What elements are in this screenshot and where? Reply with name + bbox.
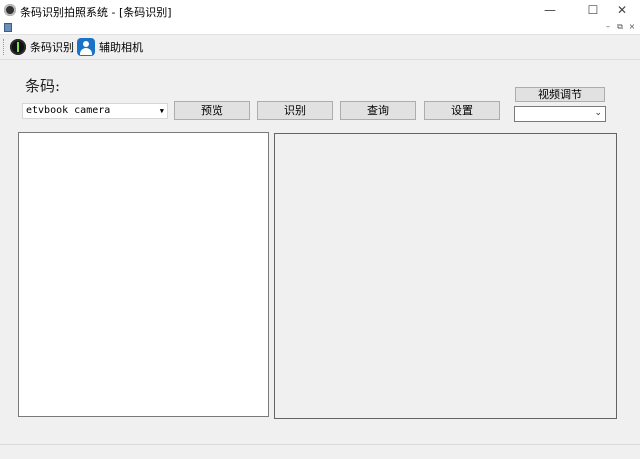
toolbar-aux-camera-button[interactable]: 辅助相机 (77, 37, 143, 57)
mdi-document-icon[interactable] (4, 23, 12, 32)
window-title-bar[interactable]: 条码识别拍照系统 - [条码识别] — ☐ ✕ (0, 0, 640, 22)
preview-button[interactable]: 预览 (174, 101, 250, 120)
chevron-down-icon[interactable]: ⌄ (594, 108, 602, 118)
app-icon (4, 4, 16, 16)
close-button[interactable]: ✕ (604, 0, 640, 22)
recognize-button[interactable]: 识别 (257, 101, 333, 120)
toolbar-barcode-recognition-button[interactable]: 条码识别 (10, 37, 74, 57)
query-button[interactable]: 查询 (340, 101, 416, 120)
toolbar-grip[interactable] (3, 39, 6, 55)
barcode-label: 条码: (25, 77, 61, 95)
camera-preview-panel (274, 133, 617, 419)
mdi-minimize-button[interactable]: – (602, 22, 614, 33)
settings-button[interactable]: 设置 (424, 101, 500, 120)
user-camera-icon (77, 38, 95, 56)
toolbar-barcode-recognition-label: 条码识别 (30, 41, 74, 54)
mdi-control-bar: – ⧉ × (0, 22, 640, 35)
window-title: 条码识别拍照系统 - [条码识别] (20, 6, 172, 19)
mdi-close-button[interactable]: × (626, 22, 638, 33)
video-adjust-select[interactable]: ⌄ (514, 106, 606, 122)
camera-select-value: etvbook camera (26, 105, 111, 116)
camera-select[interactable]: etvbook camera ▼ (22, 103, 168, 119)
toolbar-aux-camera-label: 辅助相机 (99, 41, 143, 54)
mdi-restore-button[interactable]: ⧉ (614, 22, 626, 33)
barcode-result-list[interactable] (18, 132, 269, 417)
minimize-button[interactable]: — (532, 0, 568, 22)
video-adjust-button[interactable]: 视频调节 (515, 87, 605, 102)
status-bar (0, 444, 640, 459)
dropdown-arrow-icon[interactable]: ▼ (160, 104, 164, 118)
barcode-scanner-icon (10, 39, 26, 55)
toolbar: 条码识别 辅助相机 (0, 35, 640, 60)
